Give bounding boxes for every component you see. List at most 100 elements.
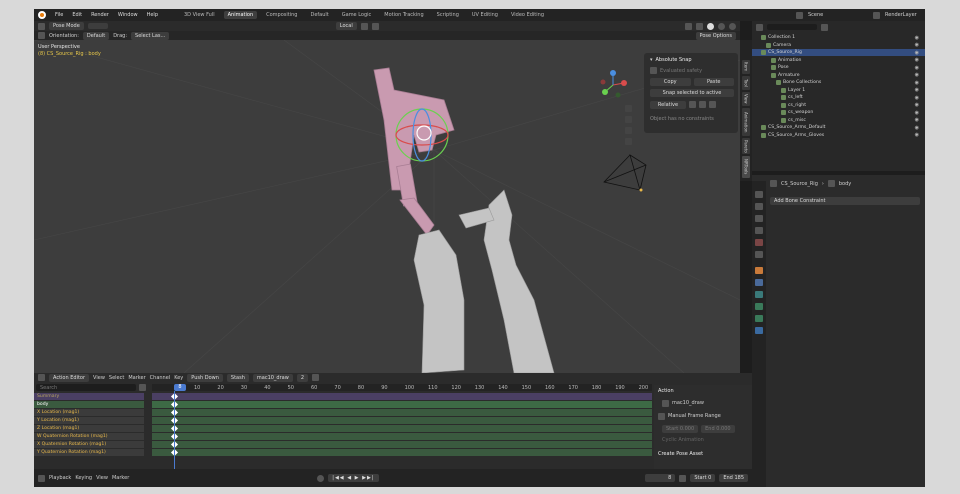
visibility-eye-icon[interactable]: ◉ (915, 35, 919, 41)
grid-icon[interactable] (625, 138, 632, 145)
outliner-row[interactable]: cs_misc ◉ (752, 117, 925, 124)
action-users[interactable]: 2 (296, 373, 309, 382)
tab-animation-side[interactable]: Animation (742, 108, 750, 136)
data-tab-icon[interactable] (755, 303, 763, 310)
start-field[interactable]: Start 0.000 (662, 425, 699, 433)
visibility-eye-icon[interactable]: ◉ (915, 80, 919, 86)
menu-select[interactable]: Select (109, 375, 124, 381)
cyclic-animation-label[interactable]: Cyclic Animation (662, 437, 704, 443)
visibility-eye-icon[interactable]: ◉ (915, 42, 919, 48)
bone-tab-icon[interactable] (755, 315, 763, 322)
visibility-eye-icon[interactable]: ◉ (915, 110, 919, 116)
overlay-icon[interactable] (696, 22, 703, 30)
checkbox-icon[interactable] (658, 413, 665, 420)
output-tab-icon[interactable] (755, 215, 763, 222)
tab-uv-editing[interactable]: UV Editing (468, 11, 502, 19)
playback-controls[interactable]: |◀◀ ◀ ▶ ▶▶| (328, 474, 379, 482)
outliner-row[interactable]: Animation ◉ (752, 57, 925, 64)
visibility-eye-icon[interactable]: ◉ (915, 125, 919, 131)
filter-icon[interactable] (139, 384, 146, 391)
tab-pareto[interactable]: Pareto (742, 138, 750, 154)
bone-icon[interactable] (689, 101, 696, 108)
visibility-eye-icon[interactable]: ◉ (915, 57, 919, 63)
blender-logo-icon[interactable] (38, 11, 46, 19)
view-layer-name[interactable]: RenderLayer (885, 12, 925, 18)
channel-row[interactable]: Summary (34, 393, 144, 400)
keying-menu[interactable]: Keying (75, 475, 92, 481)
visibility-eye-icon[interactable]: ◉ (915, 117, 919, 123)
outliner-search[interactable] (767, 24, 817, 30)
checkbox-icon[interactable] (650, 67, 657, 74)
channel-search[interactable]: Search (36, 384, 136, 391)
marker-menu[interactable]: Marker (112, 475, 129, 481)
mode-select[interactable]: Pose Mode (49, 22, 84, 30)
outliner-row[interactable]: Camera ◉ (752, 42, 925, 49)
pan-hand-icon[interactable] (625, 116, 632, 123)
menu-render[interactable]: Render (89, 12, 111, 18)
shading-solid-icon[interactable] (707, 22, 714, 30)
menu-view[interactable]: View (93, 375, 105, 381)
tab-view[interactable]: View (742, 92, 750, 106)
outliner-row[interactable]: CS_Source_Rig ◉ (752, 49, 925, 56)
visibility-eye-icon[interactable]: ◉ (915, 87, 919, 93)
shading-rendered-icon[interactable] (729, 22, 736, 30)
copy-button[interactable]: Copy (650, 77, 691, 86)
transform-orientation[interactable]: Local (335, 22, 357, 30)
3d-viewport[interactable]: User Perspective (8) CS_Source_Rig : bod… (34, 40, 740, 373)
channel-row[interactable]: body (34, 401, 144, 408)
outliner-row[interactable]: Pose ◉ (752, 64, 925, 71)
navigation-gizmo[interactable] (598, 70, 628, 100)
outliner-row[interactable]: Collection 1 ◉ (752, 34, 925, 41)
menu-file[interactable]: File (53, 12, 65, 18)
paste-button[interactable]: Paste (693, 77, 734, 86)
editor-type-icon[interactable] (38, 374, 45, 381)
channel-row[interactable]: Y Location (mag1) (34, 417, 144, 424)
tab-item[interactable]: Item (742, 60, 750, 74)
bone-constraint-tab-icon[interactable] (755, 327, 763, 334)
relative-button[interactable]: Relative (650, 100, 686, 109)
menu-key[interactable]: Key (174, 375, 183, 381)
view-menu[interactable]: View (96, 475, 108, 481)
channel-row[interactable]: W Quaternion Rotation (mag1) (34, 433, 144, 440)
add-bone-constraint-button[interactable]: Add Bone Constraint (770, 197, 920, 205)
end-frame-field[interactable]: End 185 (719, 474, 748, 482)
tab-compositing[interactable]: Compositing (262, 11, 301, 19)
tab-tool[interactable]: Tool (742, 76, 750, 90)
start-frame-field[interactable]: Start 0 (690, 474, 716, 482)
tab-video-editing[interactable]: Video Editing (507, 11, 548, 19)
menu-marker[interactable]: Marker (128, 375, 145, 381)
end-field[interactable]: End 0.000 (701, 425, 735, 433)
pose-options-button[interactable]: Pose Options (695, 31, 736, 40)
menu-help[interactable]: Help (145, 12, 160, 18)
playback-menu[interactable]: Playback (49, 475, 71, 481)
object-tab-icon[interactable] (755, 267, 763, 274)
action-editor-mode[interactable]: Action Editor (49, 373, 90, 382)
outliner-row[interactable]: CS_Source_Arms_Default ◉ (752, 124, 925, 131)
menu-window[interactable]: Window (116, 12, 140, 18)
clock-icon[interactable] (679, 474, 687, 482)
move-icon[interactable] (38, 32, 45, 39)
editor-type-icon[interactable] (38, 22, 45, 30)
push-down-button[interactable]: Push Down (187, 373, 223, 382)
create-pose-asset-label[interactable]: Create Pose Asset (658, 451, 703, 457)
orientation-select[interactable]: Default (82, 31, 110, 40)
view-layer-tab-icon[interactable] (755, 227, 763, 234)
outliner-row[interactable]: cs_weapon ◉ (752, 109, 925, 116)
tab-animation[interactable]: Animation (223, 11, 258, 19)
scene-name[interactable]: Scene (808, 12, 868, 18)
channel-keyframe-track[interactable] (152, 416, 652, 425)
outliner-row[interactable]: Armature ◉ (752, 72, 925, 79)
channel-row[interactable]: Y Quaternion Rotation (mag1) (34, 449, 144, 456)
frame-ruler[interactable]: 8 10 20 30 40 50 60 70 80 90 100 110 120 130 140 150 16… (152, 384, 652, 391)
current-frame-indicator[interactable]: 8 (174, 384, 186, 391)
visibility-eye-icon[interactable]: ◉ (915, 132, 919, 138)
close-icon[interactable] (312, 374, 320, 381)
tab-motion-tracking[interactable]: Motion Tracking (380, 11, 427, 19)
action-panel-name[interactable]: mac10_draw (672, 400, 704, 407)
record-icon[interactable] (317, 474, 325, 482)
scene-tab-icon[interactable] (755, 239, 763, 246)
visibility-eye-icon[interactable]: ◉ (915, 72, 919, 78)
channel-keyframe-track[interactable] (152, 408, 652, 417)
tool-tab-icon[interactable] (755, 191, 763, 198)
action-name-field[interactable]: mac10_draw (252, 373, 293, 382)
